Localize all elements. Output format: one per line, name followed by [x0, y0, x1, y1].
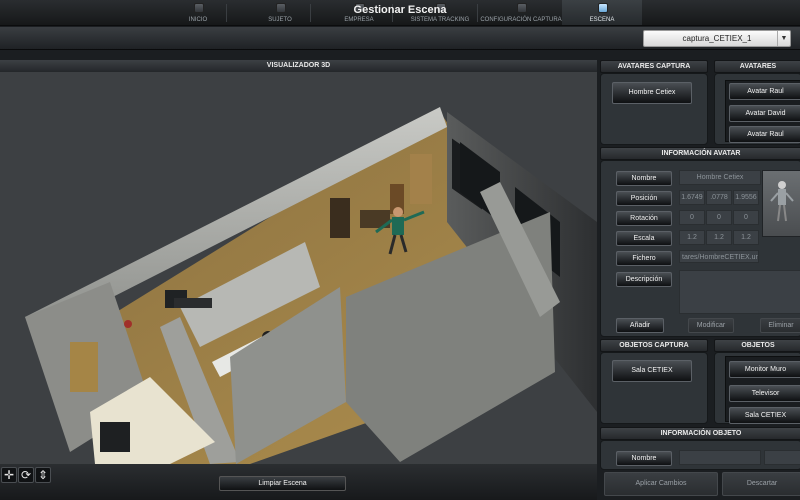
scene-select-value: captura_CETIEX_1 [682, 34, 752, 43]
chevron-down-icon: ▼ [777, 31, 790, 46]
scale-z-field[interactable]: 1.2 [733, 230, 759, 245]
nav-label: SISTEMA TRACKING [410, 17, 470, 23]
nav-label: EMPRESA [344, 17, 374, 23]
scale-x-field[interactable]: 1.2 [679, 230, 705, 245]
avatar-thumbnail [762, 170, 800, 237]
posicion-label: Posición [616, 191, 672, 206]
file-field[interactable]: tares/HombreCETIEX.uni [679, 250, 759, 263]
rotation-z-field[interactable]: 0 [733, 210, 759, 225]
object-list-item[interactable]: Sala CETIEX [729, 407, 800, 424]
apply-changes-button[interactable]: Aplicar Cambios [604, 472, 718, 496]
clear-scene-button[interactable]: Limpiar Escena [219, 476, 346, 491]
modify-avatar-button[interactable]: Modificar [688, 318, 734, 333]
rotation-x-field[interactable]: 0 [679, 210, 705, 225]
object-extra-field[interactable] [764, 450, 800, 465]
viewport-3d[interactable] [0, 72, 597, 464]
position-z-field[interactable]: 1.9556 [733, 190, 759, 205]
scene-select[interactable]: captura_CETIEX_1 ▼ [643, 30, 791, 47]
avatares-captura-header: AVATARES CAPTURA [600, 60, 708, 73]
scene-render [0, 72, 597, 464]
object-list-item[interactable]: Monitor Muro [729, 361, 800, 378]
scale-y-field[interactable]: 1.2 [706, 230, 732, 245]
position-x-field[interactable]: 1.6749 [679, 190, 705, 205]
nav-label: CONFIGURACIÓN CAPTURA [480, 17, 562, 23]
avatar-preview-icon [770, 181, 794, 222]
nav-label: INICIO [188, 17, 208, 23]
object-name-field[interactable] [679, 450, 761, 465]
rotation-y-field[interactable]: 0 [706, 210, 732, 225]
rotate-icon[interactable]: ⟳ [18, 467, 34, 483]
escala-label: Escala [616, 231, 672, 246]
description-field[interactable] [679, 270, 800, 314]
nav-label: SUJETO [268, 17, 292, 23]
move-icon[interactable]: ✛ [1, 467, 17, 483]
arrows-icon[interactable]: ⇕ [35, 467, 51, 483]
info-avatar-header: INFORMACIÓN AVATAR [600, 147, 800, 160]
object-nombre-label: Nombre [616, 451, 672, 466]
door [410, 154, 432, 204]
avatar-name-field[interactable]: Hombre Cetiex [679, 170, 761, 185]
rotacion-label: Rotación [616, 211, 672, 226]
avatar-list-item[interactable]: Avatar Raul [729, 126, 800, 143]
delete-avatar-button[interactable]: Eliminar [760, 318, 800, 333]
fichero-label: Fichero [616, 251, 672, 266]
object-list-item[interactable]: Televisor [729, 385, 800, 402]
objetos-captura-header: OBJETOS CAPTURA [600, 339, 708, 352]
avatar-list-item[interactable]: Avatar David [729, 105, 800, 122]
viewer-title: VISUALIZADOR 3D [0, 60, 597, 72]
nombre-label: Nombre [616, 171, 672, 186]
info-objeto-header: INFORMACIÓN OBJETO [600, 427, 800, 440]
add-avatar-button[interactable]: Añadir [616, 318, 664, 333]
door [70, 342, 98, 392]
avatares-header: AVATARES [714, 60, 800, 73]
discard-button[interactable]: Descartar [722, 472, 800, 496]
objetos-header: OBJETOS [714, 339, 800, 352]
avatar-list-item[interactable]: Avatar Raul [729, 83, 800, 100]
captured-avatar-item[interactable]: Hombre Cetiex [612, 82, 692, 104]
captured-object-item[interactable]: Sala CETIEX [612, 360, 692, 382]
page-title: Gestionar Escena [353, 4, 447, 16]
descripcion-label: Descripción [616, 272, 672, 287]
position-y-field[interactable]: .0778 [706, 190, 732, 205]
nav-label: ESCENA [589, 17, 615, 23]
